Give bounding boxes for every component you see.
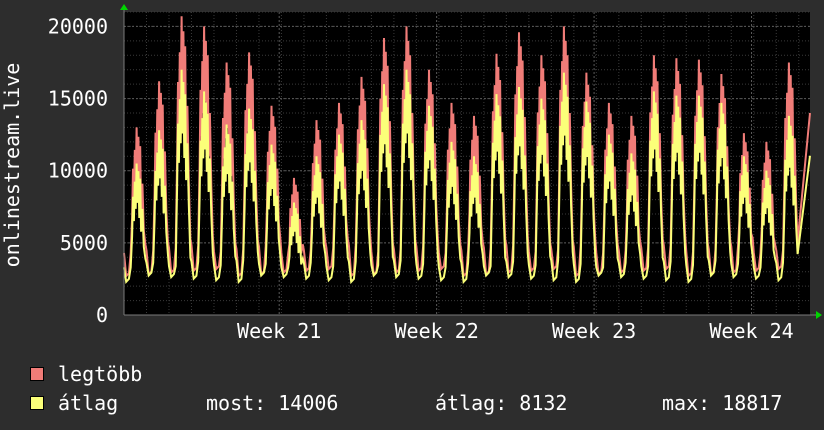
y-tick-label: 5000: [60, 231, 108, 255]
stat-maximum-value: 18817: [722, 391, 783, 415]
legend-item-avg: átlag: [30, 391, 118, 415]
stat-current: most: 14006: [206, 391, 338, 415]
x-tick-label: Week 21: [237, 319, 321, 343]
x-tick-label: Week 24: [709, 319, 793, 343]
x-tick-label: Week 22: [394, 319, 478, 343]
legend-label-max: legtöbb: [58, 362, 143, 386]
chart-panel: 0 5000 10000 15000 20000 Week 21 Week 22 Week 2…: [0, 0, 824, 430]
y-tick-label: 20000: [48, 14, 108, 38]
stat-current-label: most:: [206, 391, 267, 415]
y-tick-label: 0: [96, 303, 108, 327]
legend-swatch-avg: [30, 396, 44, 410]
legend-item-max: legtöbb: [30, 362, 142, 386]
stat-average-value: 8132: [519, 391, 568, 415]
stat-average-label: átlag:: [435, 391, 508, 415]
y-tick-label: 10000: [48, 159, 108, 183]
y-tick-label: 15000: [48, 87, 108, 111]
stat-maximum: max: 18817: [662, 391, 782, 415]
x-tick-label: Week 23: [552, 319, 636, 343]
y-axis-arrow-icon: [120, 4, 128, 10]
y-axis-label: onlinestream.live: [0, 63, 24, 268]
legend-label-avg: átlag: [58, 391, 119, 415]
x-axis-arrow-icon: [816, 311, 822, 319]
stat-average: átlag: 8132: [435, 391, 567, 415]
legend-swatch-max: [30, 367, 44, 381]
stat-current-value: 14006: [278, 391, 339, 415]
stat-maximum-label: max:: [662, 391, 711, 415]
